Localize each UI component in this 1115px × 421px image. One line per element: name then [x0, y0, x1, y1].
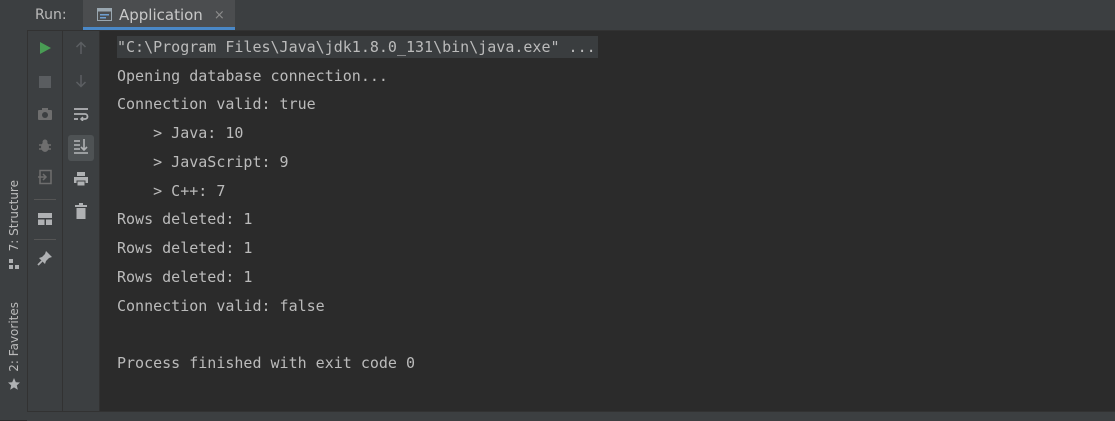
rerun-button[interactable] — [32, 36, 58, 62]
restore-layout-button[interactable] — [32, 207, 58, 233]
star-icon — [7, 376, 21, 395]
soft-wrap-icon — [73, 106, 89, 125]
console-line: Process finished with exit code 0 — [117, 354, 416, 372]
previous-occurrence-button[interactable] — [68, 36, 94, 62]
structure-tab-label: 7: Structure — [6, 180, 21, 252]
console-line: Connection valid: true — [117, 95, 316, 113]
structure-tab[interactable]: 7: Structure — [0, 180, 27, 274]
bug-icon — [37, 138, 53, 158]
stop-icon — [39, 73, 51, 92]
next-occurrence-button[interactable] — [68, 69, 94, 95]
stop-button[interactable] — [32, 69, 58, 95]
structure-icon — [8, 255, 20, 274]
toolbar-divider — [34, 199, 56, 200]
run-label: Run: — [35, 7, 67, 23]
console-line: > C++: 7 — [117, 182, 226, 200]
console-command-line: "C:\Program Files\Java\jdk1.8.0_131\bin\… — [117, 36, 598, 58]
pin-tab-button[interactable] — [32, 247, 58, 273]
console-line: Rows deleted: 1 — [117, 268, 253, 286]
console-line: Opening database connection... — [117, 67, 388, 85]
console-actions-toolbar — [63, 31, 100, 411]
console-line: Rows deleted: 1 — [117, 210, 253, 228]
console-line: Connection valid: false — [117, 297, 325, 315]
debug-button[interactable] — [32, 135, 58, 161]
console-line: Rows deleted: 1 — [117, 239, 253, 257]
arrow-up-icon — [75, 40, 87, 59]
exit-button[interactable] — [32, 166, 58, 192]
arrow-down-icon — [75, 73, 87, 92]
print-button[interactable] — [68, 168, 94, 194]
trash-icon — [74, 203, 88, 223]
scroll-to-end-icon — [73, 138, 89, 158]
application-window-icon — [97, 6, 112, 25]
layout-icon — [37, 211, 53, 230]
exit-icon — [37, 169, 53, 189]
favorites-tab-label: 2: Favorites — [6, 302, 21, 372]
close-icon[interactable]: × — [214, 8, 225, 23]
scroll-to-end-button[interactable] — [68, 135, 94, 161]
screenshot-button[interactable] — [32, 102, 58, 128]
run-tool-window-header: Run: Application × — [27, 0, 1115, 31]
print-icon — [73, 171, 89, 191]
console-line: > JavaScript: 9 — [117, 153, 289, 171]
tab-application-label: Application — [119, 6, 203, 24]
run-icon — [38, 40, 52, 59]
favorites-tab[interactable]: 2: Favorites — [0, 302, 27, 395]
console-line: > Java: 10 — [117, 124, 244, 142]
tab-application[interactable]: Application × — [83, 0, 235, 30]
console-output[interactable]: "C:\Program Files\Java\jdk1.8.0_131\bin\… — [100, 31, 1115, 411]
run-actions-toolbar — [28, 31, 63, 411]
toolbar-divider — [34, 239, 56, 240]
pin-icon — [37, 250, 53, 270]
camera-icon — [37, 106, 53, 125]
soft-wrap-button[interactable] — [68, 102, 94, 128]
clear-all-button[interactable] — [68, 200, 94, 226]
side-tool-strip: 7: Structure 2: Favorites — [0, 0, 28, 420]
